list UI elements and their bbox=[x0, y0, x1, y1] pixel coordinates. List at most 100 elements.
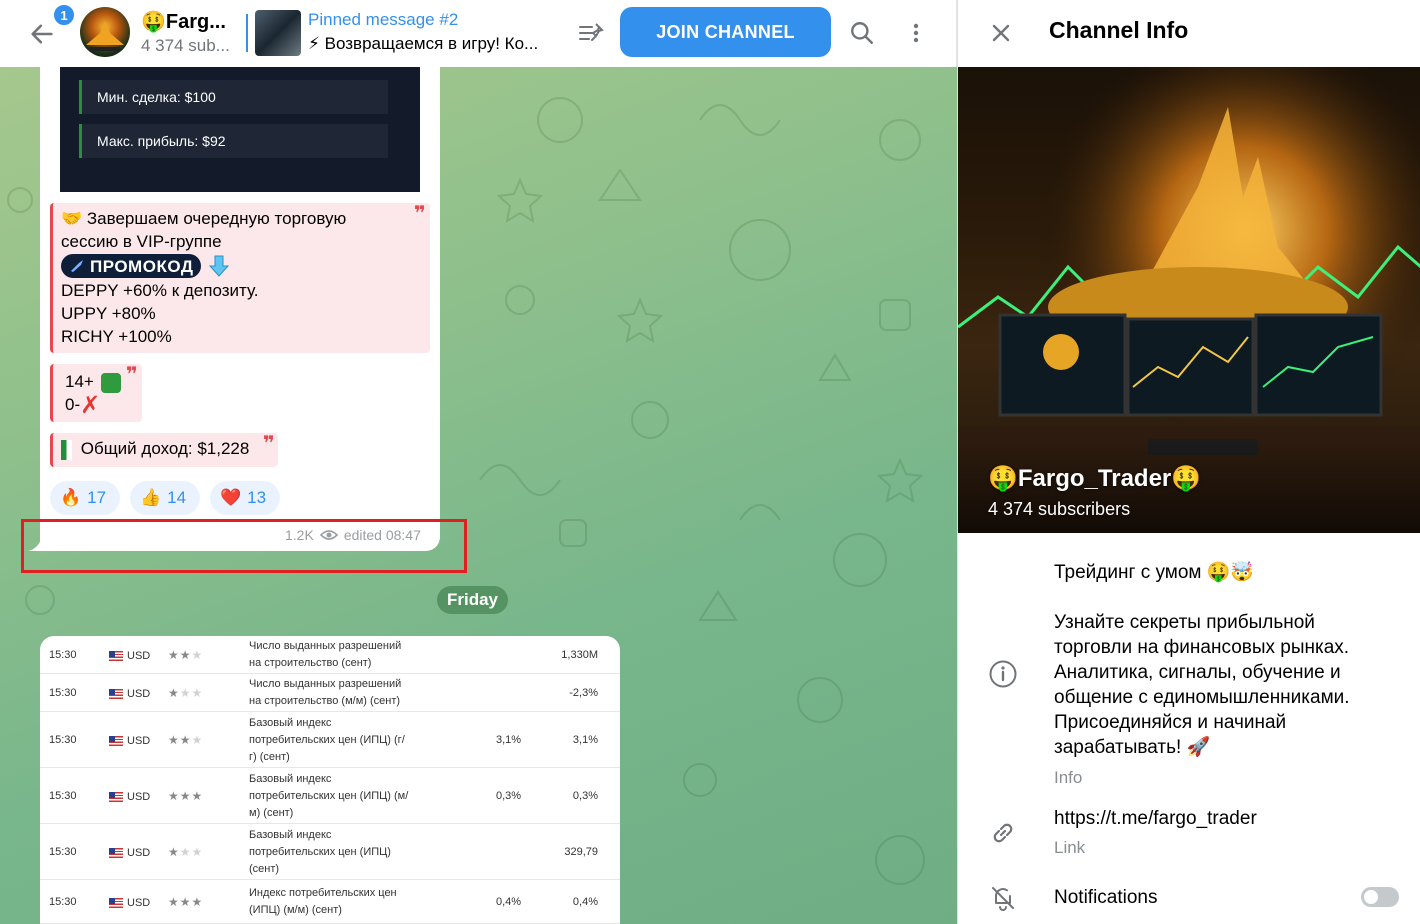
reaction-count: 17 bbox=[87, 488, 107, 507]
cover-subscriber-count: 4 374 subscribers bbox=[988, 499, 1131, 519]
table-row: 15:30 USD ★★★ Базовый индекс потребительских… bbox=[40, 768, 620, 824]
us-flag-icon bbox=[109, 736, 123, 747]
star-icon: ★ bbox=[179, 648, 192, 662]
table-row: 15:30 USD ★★★ Базовый индекс потребительских… bbox=[40, 712, 620, 768]
us-flag-icon bbox=[109, 792, 123, 803]
thumbs-up-icon: 👍 bbox=[140, 488, 162, 507]
event-name: Базовый индекс потребительских цен (ИПЦ) … bbox=[249, 715, 405, 766]
channel-info-panel: Channel Info 🤑Fargo_Trader🤑 4 374 subscr… bbox=[957, 0, 1420, 924]
importance-stars: ★★★ bbox=[168, 894, 203, 911]
star-icon: ★ bbox=[168, 686, 180, 700]
search-button[interactable] bbox=[843, 14, 881, 52]
star-icon: ★ bbox=[179, 895, 192, 909]
reaction-fire[interactable]: 🔥 17 bbox=[50, 481, 121, 515]
unread-badge: 1 bbox=[52, 3, 76, 27]
quote-block-session: 🤝 Завершаем очередную торговую сессию в … bbox=[50, 203, 430, 353]
currency-code: USD bbox=[127, 897, 151, 909]
event-name-line: Индекс потребительских цен bbox=[249, 887, 397, 899]
pinned-list-button[interactable] bbox=[574, 16, 608, 50]
us-flag-icon bbox=[109, 898, 123, 909]
avatar-mountain-image bbox=[86, 21, 124, 51]
red-cross-icon: ✗ bbox=[80, 391, 101, 419]
green-check-icon bbox=[100, 372, 121, 393]
event-time: 15:30 bbox=[49, 649, 77, 661]
nigeria-flag-icon bbox=[61, 439, 72, 460]
link-label: Link bbox=[1054, 838, 1086, 857]
event-previous: 3,1% bbox=[572, 734, 598, 746]
reaction-thumbs-up[interactable]: 👍 14 bbox=[130, 481, 201, 515]
info-icon bbox=[986, 657, 1020, 691]
channel-avatar[interactable] bbox=[80, 7, 130, 57]
event-name-line: на строительство (сент) bbox=[249, 657, 372, 669]
quote-icon: ❞ bbox=[263, 433, 275, 455]
event-name-line: на строительство (м/м) (сент) bbox=[249, 695, 401, 707]
event-previous: 0,3% bbox=[572, 790, 598, 802]
us-flag-icon bbox=[109, 689, 123, 700]
star-icon: ★ bbox=[191, 733, 204, 747]
red-highlight-box bbox=[21, 519, 467, 573]
event-name: Число выданных разрешений на строительств… bbox=[249, 638, 401, 672]
table-row: 15:30 USD ★★★ Индекс потребительских цен (ИП… bbox=[40, 880, 620, 924]
arrow-left-icon bbox=[31, 24, 53, 44]
quote-line: сессию в VIP-группе bbox=[61, 232, 222, 251]
channel-tagline: Трейдинг с умом 🤑🤯 bbox=[1054, 562, 1255, 583]
pinned-message-title[interactable]: Pinned message #2 bbox=[308, 10, 458, 30]
event-currency: USD bbox=[109, 789, 150, 806]
pinned-divider bbox=[246, 14, 248, 52]
info-title: Channel Info bbox=[1049, 17, 1189, 43]
notifications-toggle[interactable] bbox=[1361, 887, 1399, 907]
event-name-line: (сент) bbox=[249, 862, 280, 875]
star-icon: ★ bbox=[179, 686, 192, 700]
star-icon: ★ bbox=[191, 845, 204, 859]
star-icon: ★ bbox=[191, 895, 204, 909]
bell-off-icon bbox=[986, 881, 1020, 915]
event-name-line: Базовый индекс bbox=[249, 772, 332, 785]
event-name-line: Число выданных разрешений bbox=[249, 640, 402, 652]
economic-calendar-image[interactable]: 15:30 USD ★★★ Число выданных разрешений на с… bbox=[40, 636, 620, 924]
income-text: Общий доход: $1,228 bbox=[80, 439, 250, 458]
quote-icon: ❞ bbox=[126, 364, 138, 386]
more-options-button[interactable] bbox=[897, 14, 935, 52]
star-icon: ★ bbox=[191, 789, 204, 803]
info-label: Info bbox=[1054, 768, 1083, 787]
pinned-message-text[interactable]: ⚡ Возвращаемся в игру! Ко... bbox=[308, 34, 558, 54]
importance-stars: ★★★ bbox=[168, 788, 203, 805]
us-flag-icon bbox=[109, 848, 123, 859]
search-icon bbox=[851, 22, 873, 44]
importance-stars: ★★★ bbox=[168, 647, 203, 664]
event-name-line: м) (сент) bbox=[249, 806, 294, 819]
event-forecast: 0,4% bbox=[496, 896, 522, 908]
promo-code-line: UPPY +80% bbox=[61, 304, 156, 323]
media-row-max-profit: Макс. прибыль: $92 bbox=[79, 124, 388, 158]
join-channel-button[interactable]: JOIN CHANNEL bbox=[620, 7, 831, 57]
channel-description: Узнайте секреты прибыльной торговли на ф… bbox=[1054, 612, 1350, 758]
star-icon: ★ bbox=[168, 733, 180, 747]
star-icon: ★ bbox=[179, 789, 192, 803]
star-icon: ★ bbox=[179, 845, 192, 859]
event-previous: 0,4% bbox=[572, 896, 598, 908]
close-info-button[interactable] bbox=[982, 14, 1020, 52]
chat-area[interactable]: 1 🤑Farg... 4 374 sub... Pinned message #… bbox=[0, 0, 957, 924]
date-separator: Friday bbox=[437, 586, 509, 614]
event-name: Базовый индекс потребительских цен (ИПЦ) (… bbox=[249, 827, 391, 878]
event-name: Число выданных разрешений на строительств… bbox=[249, 676, 401, 710]
channel-link[interactable]: https://t.me/fargo_trader bbox=[1054, 806, 1394, 831]
event-name-line: Базовый индекс bbox=[249, 716, 332, 729]
event-name-line: потребительских цен (ИПЦ) bbox=[249, 845, 391, 858]
event-name: Индекс потребительских цен (ИПЦ) (м/м) (с… bbox=[249, 885, 397, 919]
reaction-heart[interactable]: ❤️ 13 bbox=[210, 481, 281, 515]
event-name-line: Число выданных разрешений bbox=[249, 678, 402, 690]
quote-icon: ❞ bbox=[414, 203, 426, 225]
table-row: 15:30 USD ★★★ Число выданных разрешений на с… bbox=[40, 636, 620, 674]
promo-badge: ПРОМОКОД bbox=[61, 254, 202, 278]
pinned-message-thumbnail[interactable] bbox=[255, 10, 301, 56]
close-icon bbox=[992, 24, 1010, 42]
down-arrow-icon bbox=[209, 255, 230, 277]
channel-title[interactable]: 🤑Farg... bbox=[141, 9, 226, 34]
event-name-line: потребительских цен (ИПЦ) (г/ bbox=[249, 733, 405, 746]
quote-block-results: 14+ 0-✗ ❞ bbox=[50, 364, 142, 422]
fire-icon: 🔥 bbox=[60, 488, 82, 507]
star-icon: ★ bbox=[168, 648, 180, 662]
event-name-line: потребительских цен (ИПЦ) (м/ bbox=[249, 789, 409, 802]
star-icon: ★ bbox=[191, 686, 204, 700]
